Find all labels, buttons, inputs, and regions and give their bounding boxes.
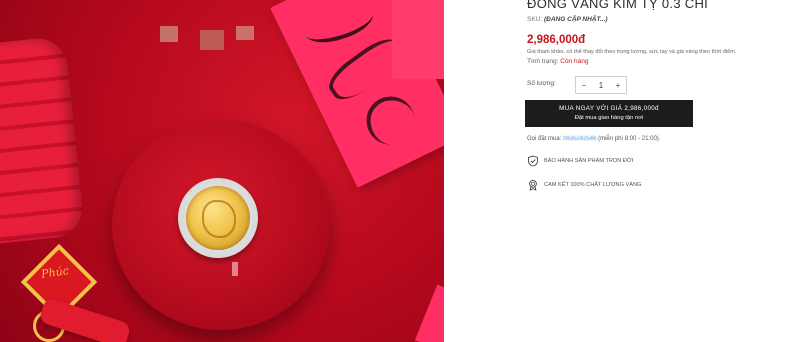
shield-check-icon	[528, 155, 538, 167]
feature-text: CAM KẾT 100% CHẤT LƯỢNG VÀNG	[544, 182, 642, 188]
stock-value: Còn hàng	[560, 58, 589, 65]
buy-now-label: MUA NGAY VỚI GIÁ 2,986,000đ	[559, 105, 659, 112]
stock-label: Tình trạng:	[527, 58, 559, 65]
blurred-region	[232, 262, 238, 276]
sku-value: (ĐANG CẬP NHẬT...)	[543, 16, 608, 23]
hotline-label: Gọi đặt mua:	[527, 136, 562, 142]
feature-quality: CAM KẾT 100% CHẤT LƯỢNG VÀNG	[527, 179, 641, 191]
hotline-hours: (miễn phí 8:00 - 21:00).	[598, 136, 661, 142]
sku: SKU: (ĐANG CẬP NHẬT...)	[527, 16, 608, 23]
calligraphy-stroke	[301, 0, 378, 50]
blurred-region	[236, 26, 254, 40]
blurred-region	[200, 30, 224, 50]
hotline-number[interactable]: 0935242546	[563, 136, 596, 142]
gold-coin	[186, 186, 250, 250]
product-info: ĐỒNG VÀNG KIM TỴ 0.3 CHỈ SKU: (ĐANG CẬP …	[521, 0, 800, 342]
blurred-region	[160, 26, 178, 42]
quantity-decrease-button[interactable]: −	[576, 81, 592, 90]
product-image[interactable]: Phúc	[0, 0, 444, 342]
quantity-value[interactable]: 1	[593, 81, 609, 90]
stock-status: Tình trạng: Còn hàng	[527, 58, 588, 65]
sku-label: SKU:	[527, 16, 543, 23]
buy-now-sublabel: Đặt mua giao hàng tận nơi	[574, 115, 644, 121]
quantity-increase-button[interactable]: +	[610, 81, 626, 90]
product-title: ĐỒNG VÀNG KIM TỴ 0.3 CHỈ	[527, 0, 709, 11]
product-price: 2,986,000đ	[527, 34, 586, 46]
quantity-label: Số lượng:	[527, 80, 556, 87]
calligraphy-stroke	[364, 94, 417, 147]
quantity-stepper[interactable]: − 1 +	[575, 76, 627, 94]
feature-warranty: BẢO HÀNH SẢN PHẨM TRỌN ĐỜI	[527, 155, 633, 167]
hotline: Gọi đặt mua: 0935242546 (miễn phí 8:00 -…	[527, 136, 660, 142]
buy-now-button[interactable]: MUA NGAY VỚI GIÁ 2,986,000đ Đặt mua giao…	[525, 100, 693, 127]
award-ribbon-icon	[529, 179, 537, 191]
red-envelope-decoration	[392, 0, 444, 79]
feature-text: BẢO HÀNH SẢN PHẨM TRỌN ĐỜI	[544, 158, 634, 164]
price-note: Giá tham khảo, có thể thay đổi theo trọn…	[527, 49, 737, 55]
